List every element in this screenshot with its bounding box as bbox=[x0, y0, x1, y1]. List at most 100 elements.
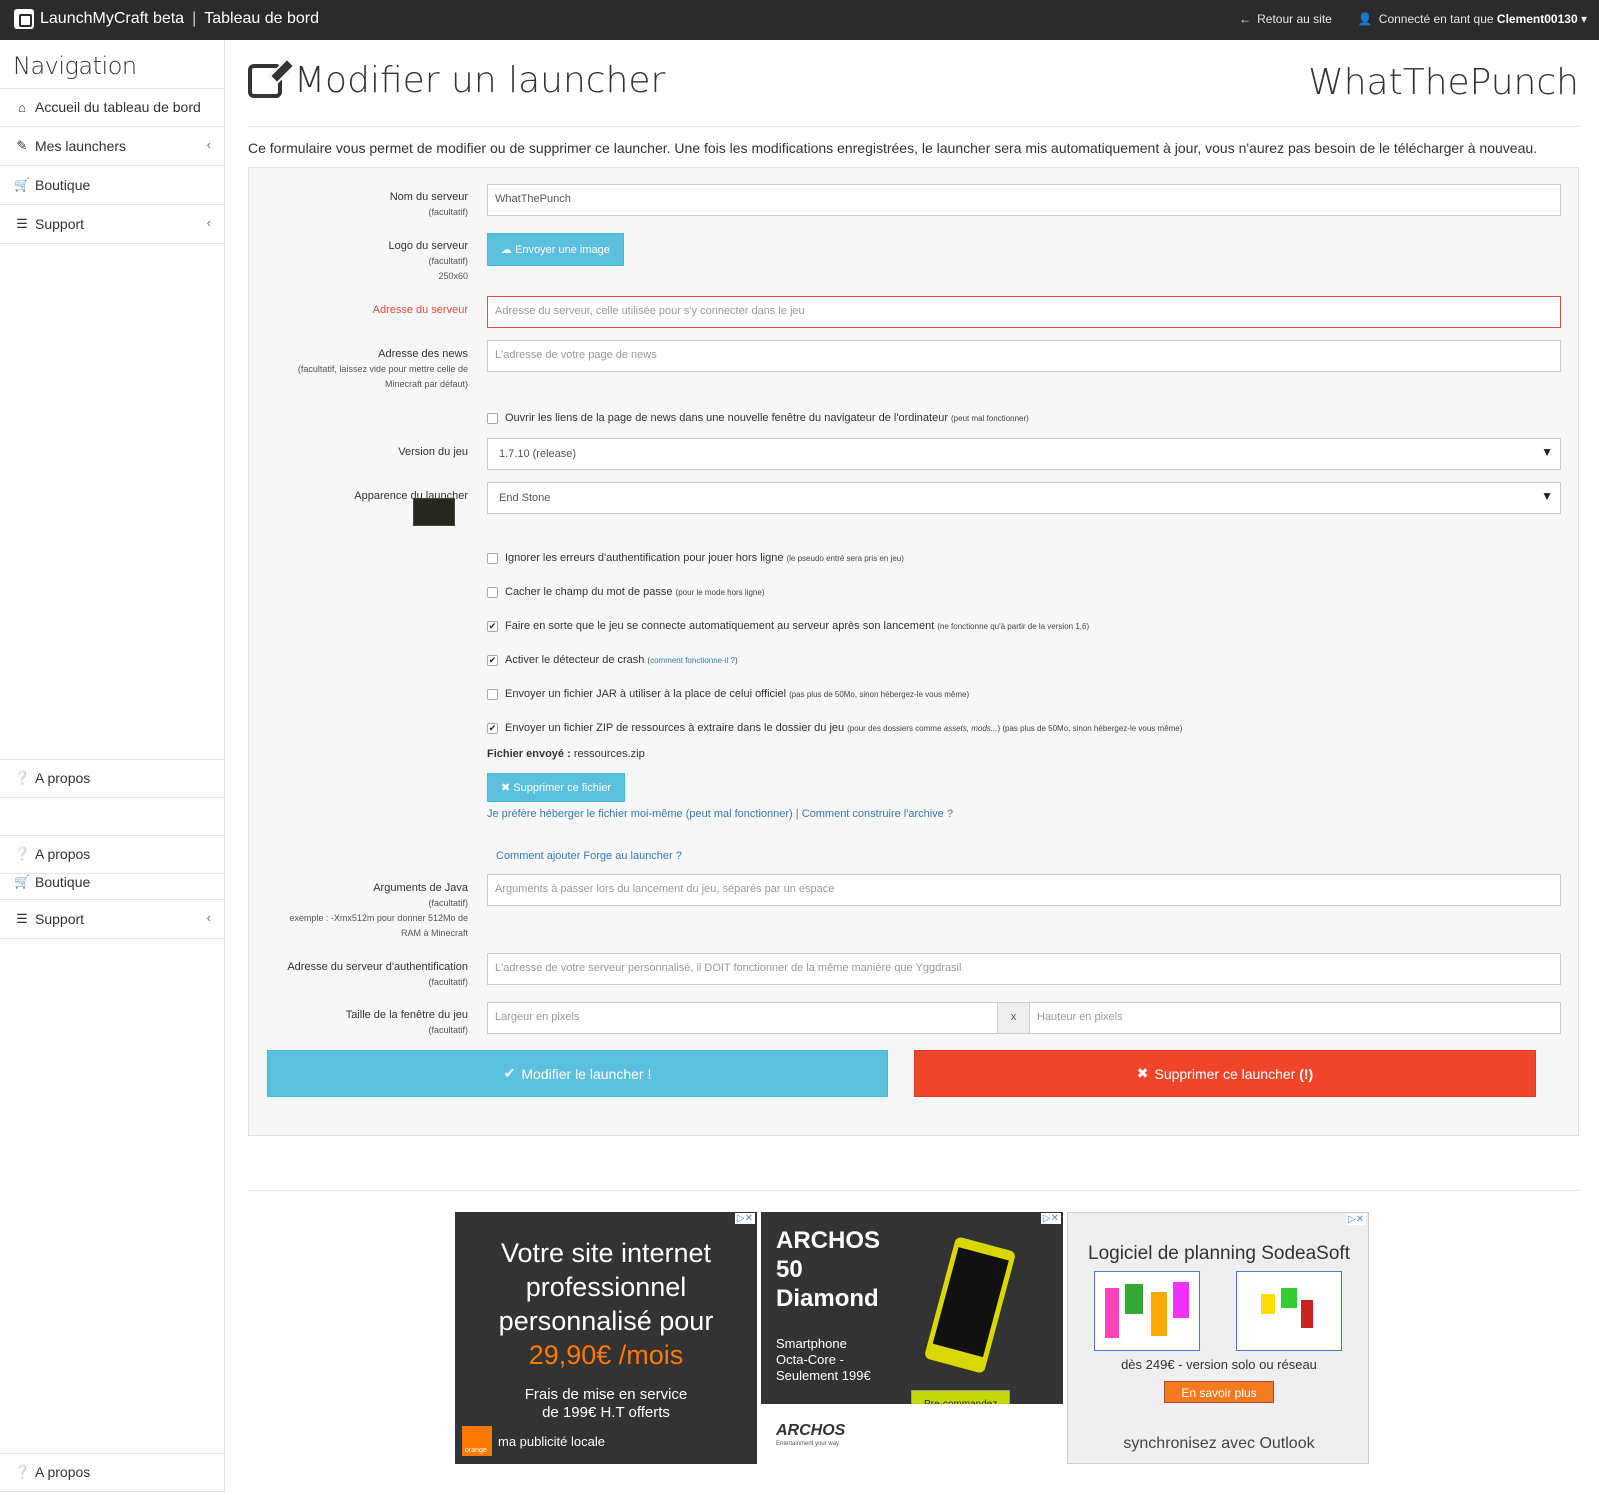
question-circle-icon: ❔ bbox=[14, 770, 31, 785]
window-width-input[interactable]: Largeur en pixels bbox=[487, 1002, 998, 1034]
sidebar-item-support[interactable]: ☰ Support ‹ bbox=[0, 205, 224, 244]
sidebar-item-about-3[interactable]: ❔ A propos bbox=[0, 1453, 224, 1492]
title-divider bbox=[248, 126, 1579, 127]
sidebar-item-shop[interactable]: 🛒 Boutique bbox=[0, 166, 224, 205]
news-address-label: Adresse des news (facultatif, laissez vid… bbox=[297, 348, 468, 389]
file-links: Je préfère héberger le fichier moi-même … bbox=[487, 808, 953, 820]
ad-text: Octa-Core - bbox=[776, 1352, 844, 1367]
delete-launcher-button[interactable]: ✖ Supprimer ce launcher (!) bbox=[914, 1050, 1536, 1097]
appearance-select[interactable]: End Stone ▼ bbox=[487, 482, 1561, 514]
adchoices-icon[interactable]: ▷✕ bbox=[734, 1213, 755, 1224]
user-menu[interactable]: 👤 Connecté en tant que Clement00130 ▾ bbox=[1358, 12, 1587, 26]
game-version-select[interactable]: 1.7.10 (release) ▼ bbox=[487, 438, 1561, 470]
back-to-site-link[interactable]: ← Retour au site bbox=[1239, 12, 1332, 26]
ad-text: Votre site internet bbox=[500, 1238, 712, 1268]
question-circle-icon: ❔ bbox=[14, 846, 31, 861]
upload-image-button[interactable]: ☁ Envoyer une image bbox=[487, 233, 624, 266]
sidebar: Navigation ⌂ Accueil du tableau de bord ✎… bbox=[0, 40, 225, 1493]
ad-text: Frais de mise en service bbox=[524, 1386, 688, 1403]
java-args-label: Arguments de Java (facultatif) exemple : -… bbox=[289, 882, 468, 938]
build-archive-link[interactable]: Comment construire l'archive ? bbox=[802, 808, 953, 820]
crash-detector-checkbox[interactable]: ✔ bbox=[487, 654, 498, 666]
page-title-text: Modifier un launcher bbox=[294, 60, 666, 101]
server-name-input[interactable]: WhatThePunch bbox=[487, 184, 1561, 216]
auth-server-input[interactable]: L'adresse de votre serveur personnalisé,… bbox=[487, 953, 1561, 985]
question-circle-icon: ❔ bbox=[14, 1464, 31, 1479]
ad-text: Seulement 199€ bbox=[776, 1368, 871, 1383]
brand[interactable]: LaunchMyCraft beta | Tableau de bord bbox=[14, 9, 319, 29]
sidebar-item-about-2[interactable]: ❔ A propos bbox=[0, 835, 224, 874]
sidebar-item-label: A propos bbox=[35, 1464, 91, 1480]
custom-jar-option[interactable]: Envoyer un fichier JAR à utiliser à la p… bbox=[487, 688, 969, 700]
brand-section: Tableau de bord bbox=[204, 10, 319, 27]
ad-price: 29,90€ /mois bbox=[528, 1340, 684, 1370]
brand-name: LaunchMyCraft beta bbox=[40, 10, 185, 27]
cloud-upload-icon: ☁ bbox=[501, 244, 512, 256]
server-name-label: Nom du serveur (facultatif) bbox=[389, 191, 468, 217]
adchoices-icon[interactable]: ▷✕ bbox=[1040, 1213, 1061, 1224]
sidebar-item-label: Boutique bbox=[35, 177, 91, 193]
screenshot-image bbox=[1236, 1271, 1342, 1351]
learn-more-button[interactable]: En savoir plus bbox=[1164, 1381, 1274, 1403]
ad-title: 50 bbox=[776, 1256, 803, 1283]
archos-logo: ARCHOS bbox=[776, 1422, 846, 1439]
size-separator: x bbox=[997, 1002, 1030, 1034]
sidebar-item-label: Support bbox=[35, 911, 85, 927]
orange-logo-icon: orange bbox=[462, 1426, 492, 1456]
forge-help-link[interactable]: Comment ajouter Forge au launcher ? bbox=[496, 850, 682, 862]
logo-label: Logo du serveur (facultatif) 250x60 bbox=[388, 240, 469, 281]
autoconnect-checkbox[interactable]: ✔ bbox=[487, 620, 498, 632]
crash-help-link[interactable]: comment fonctionne-il ? bbox=[650, 656, 735, 665]
ad-archos[interactable]: ▷✕ ARCHOS 50 Diamond Smartphone Octa-Cor… bbox=[761, 1212, 1063, 1464]
ad-text: Smartphone bbox=[776, 1336, 847, 1351]
back-to-site-label: Retour au site bbox=[1257, 12, 1332, 26]
hide-password-option[interactable]: Cacher le champ du mot de passe (pour le … bbox=[487, 586, 764, 598]
sidebar-item-support-2[interactable]: ☰ Support ‹ bbox=[0, 900, 224, 939]
cart-icon: 🛒 bbox=[14, 177, 31, 192]
java-args-input[interactable]: Arguments à passer lors du lancement du … bbox=[487, 874, 1561, 906]
ignore-auth-option[interactable]: Ignorer les erreurs d'authentification p… bbox=[487, 552, 904, 564]
resources-zip-checkbox[interactable]: ✔ bbox=[487, 722, 498, 734]
window-height-input[interactable]: Hauteur en pixels bbox=[1029, 1002, 1561, 1034]
host-self-link[interactable]: Je préfère héberger le fichier moi-même … bbox=[487, 808, 793, 820]
custom-jar-checkbox[interactable] bbox=[487, 688, 498, 700]
sidebar-item-about[interactable]: ❔ A propos bbox=[0, 759, 224, 798]
sidebar-item-shop-2[interactable]: 🛒 Boutique bbox=[0, 874, 224, 900]
hide-password-checkbox[interactable] bbox=[487, 586, 498, 598]
ad-title: ARCHOS bbox=[776, 1227, 881, 1254]
news-new-window-checkbox[interactable] bbox=[487, 412, 498, 424]
save-launcher-button[interactable]: ✔ Modifier le launcher ! bbox=[267, 1050, 888, 1097]
news-new-window-option[interactable]: Ouvrir les liens de la page de news dans… bbox=[487, 412, 1029, 424]
ignore-auth-checkbox[interactable] bbox=[487, 552, 498, 564]
home-icon: ⌂ bbox=[18, 99, 26, 115]
ad-orange[interactable]: ▷✕ Votre site internet professionnel per… bbox=[455, 1212, 757, 1464]
top-navbar: LaunchMyCraft beta | Tableau de bord ← Re… bbox=[0, 0, 1599, 40]
sidebar-item-my-launchers[interactable]: ✎ Mes launchers ‹ bbox=[0, 127, 224, 166]
chevron-left-icon: ‹ bbox=[206, 215, 211, 230]
ad-sodeasoft[interactable]: ▷✕ Logiciel de planning SodeaSoft dès 24… bbox=[1067, 1212, 1369, 1464]
ad-title: Logiciel de planning SodeaSoft bbox=[1088, 1243, 1350, 1264]
server-address-label: Adresse du serveur bbox=[372, 304, 468, 316]
username: Clement00130 bbox=[1496, 12, 1578, 26]
edit-square-icon bbox=[248, 63, 282, 98]
ad-text: professionnel bbox=[525, 1272, 687, 1302]
resources-zip-option[interactable]: ✔ Envoyer un fichier ZIP de ressources à … bbox=[487, 722, 1182, 734]
check-icon: ✔ bbox=[503, 1065, 516, 1081]
ad-title: Diamond bbox=[776, 1285, 879, 1312]
crash-detector-option[interactable]: ✔ Activer le détecteur de crash (comment f… bbox=[487, 654, 738, 666]
select-caret-icon: ▼ bbox=[1541, 489, 1553, 503]
adchoices-icon[interactable]: ▷✕ bbox=[1345, 1214, 1366, 1225]
user-icon: 👤 bbox=[1357, 12, 1373, 26]
launcher-form: Nom du serveur (facultatif) WhatThePunch … bbox=[248, 167, 1579, 1136]
launchmycraft-logo-icon bbox=[14, 9, 34, 29]
sidebar-item-dashboard[interactable]: ⌂ Accueil du tableau de bord bbox=[0, 88, 224, 127]
caret-down-icon: ▾ bbox=[1580, 12, 1587, 26]
footer-divider bbox=[248, 1190, 1579, 1191]
server-address-input[interactable]: Adresse du serveur, celle utilisée pour … bbox=[487, 296, 1561, 328]
chevron-left-icon: ‹ bbox=[206, 910, 211, 925]
autoconnect-option[interactable]: ✔ Faire en sorte que le jeu se connecte a… bbox=[487, 620, 1089, 632]
auth-server-label: Adresse du serveur d'authentification (fa… bbox=[287, 961, 468, 987]
news-address-input[interactable]: L'adresse de votre page de news bbox=[487, 340, 1561, 372]
window-size-label: Taille de la fenêtre du jeu (facultatif) bbox=[345, 1009, 468, 1035]
delete-file-button[interactable]: ✖ Supprimer ce fichier bbox=[487, 773, 626, 802]
